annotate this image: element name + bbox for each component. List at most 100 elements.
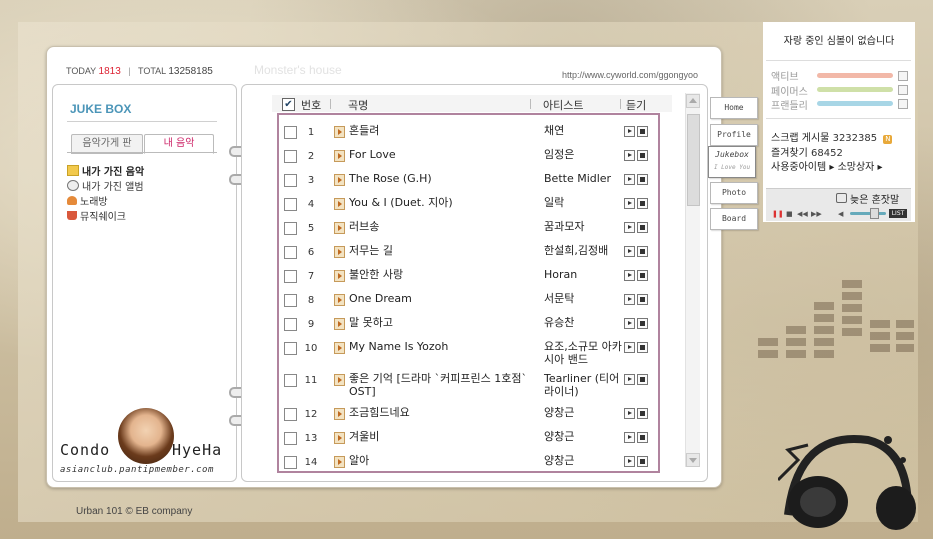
listen-stop-icon[interactable] (637, 270, 648, 281)
play-song-icon[interactable] (334, 432, 345, 444)
table-row[interactable]: 14 알아 양창근 (279, 448, 656, 470)
listen-stop-icon[interactable] (637, 374, 648, 385)
listen-play-icon[interactable] (624, 408, 635, 419)
nav-tab-photo[interactable]: Photo (710, 182, 758, 204)
table-row[interactable]: 6 저무는 길 한설희,김정배 (279, 238, 656, 260)
row-artist[interactable]: 꿈과모자 (544, 220, 626, 233)
stat-friendly-button[interactable] (898, 99, 908, 109)
play-song-icon[interactable] (334, 150, 345, 162)
scroll-down-button[interactable] (686, 453, 700, 467)
menu-my-music[interactable]: 내가 가진 음악 (67, 163, 144, 178)
home-url[interactable]: http://www.cyworld.com/ggongyoo (562, 70, 698, 80)
row-checkbox[interactable] (284, 456, 297, 469)
nav-tab-home[interactable]: Home (710, 97, 758, 119)
nav-tab-jukebox[interactable]: Jukebox I Love You (708, 146, 756, 178)
play-song-icon[interactable] (334, 174, 345, 186)
table-row[interactable]: 4 You & I (Duet. 지아) 일락 (279, 190, 656, 212)
table-row[interactable]: 8 One Dream 서문탁 (279, 286, 656, 308)
menu-my-albums[interactable]: 내가 가진 앨범 (67, 178, 144, 193)
volume-slider[interactable] (850, 212, 886, 215)
row-checkbox[interactable] (284, 342, 297, 355)
volume-handle[interactable] (870, 208, 879, 219)
listen-stop-icon[interactable] (637, 246, 648, 257)
listen-stop-icon[interactable] (637, 342, 648, 353)
pause-icon[interactable]: ❚❚ (772, 210, 784, 218)
table-row[interactable]: 5 러브송 꿈과모자 (279, 214, 656, 236)
next-icon[interactable]: ▶▶ (811, 210, 822, 218)
table-row[interactable]: 12 조금힘드네요 양창근 (279, 400, 656, 422)
row-title[interactable]: 조금힘드네요 (349, 406, 539, 419)
row-artist[interactable]: 양창근 (544, 454, 626, 467)
row-checkbox[interactable] (284, 150, 297, 163)
listen-play-icon[interactable] (624, 150, 635, 161)
table-row[interactable]: 9 말 못하고 유승찬 (279, 310, 656, 332)
row-title[interactable]: 불안한 사랑 (349, 268, 539, 281)
row-title[interactable]: 겨울비 (349, 430, 539, 443)
nav-tab-board[interactable]: Board (710, 208, 758, 230)
play-song-icon[interactable] (334, 318, 345, 330)
listen-play-icon[interactable] (624, 126, 635, 137)
play-song-icon[interactable] (334, 456, 345, 468)
play-song-icon[interactable] (334, 270, 345, 282)
row-checkbox[interactable] (284, 318, 297, 331)
row-artist[interactable]: 채연 (544, 124, 626, 137)
listen-stop-icon[interactable] (637, 174, 648, 185)
row-title[interactable]: 좋은 기억 [드라마 `커피프린스 1호점` OST] (349, 372, 539, 398)
listen-stop-icon[interactable] (637, 456, 648, 467)
row-checkbox[interactable] (284, 126, 297, 139)
row-artist[interactable]: 한설희,김정배 (544, 244, 626, 257)
stat-active-button[interactable] (898, 71, 908, 81)
listen-play-icon[interactable] (624, 294, 635, 305)
row-artist[interactable]: 양창근 (544, 430, 626, 443)
listen-play-icon[interactable] (624, 198, 635, 209)
listen-play-icon[interactable] (624, 174, 635, 185)
listen-play-icon[interactable] (624, 342, 635, 353)
listen-stop-icon[interactable] (637, 222, 648, 233)
scroll-up-button[interactable] (686, 94, 700, 108)
row-artist[interactable]: Horan (544, 268, 626, 281)
row-artist[interactable]: 임정은 (544, 148, 626, 161)
play-song-icon[interactable] (334, 408, 345, 420)
listen-stop-icon[interactable] (637, 318, 648, 329)
table-row[interactable]: 10 My Name Is Yozoh 요조,소규모 아카시아 밴드 (279, 334, 656, 366)
menu-karaoke[interactable]: 노래방 (67, 193, 108, 208)
listen-play-icon[interactable] (624, 456, 635, 467)
row-checkbox[interactable] (284, 174, 297, 187)
listen-play-icon[interactable] (624, 222, 635, 233)
row-title[interactable]: You & I (Duet. 지아) (349, 196, 539, 209)
play-song-icon[interactable] (334, 374, 345, 386)
tab-my-music[interactable]: 내 음악 (144, 134, 214, 154)
row-artist[interactable]: 양창근 (544, 406, 626, 419)
row-title[interactable]: 혼들려 (349, 124, 539, 137)
table-row[interactable]: 1 혼들려 채연 (279, 118, 656, 140)
listen-stop-icon[interactable] (637, 432, 648, 443)
row-checkbox[interactable] (284, 198, 297, 211)
menu-music-shake[interactable]: 뮤직쉐이크 (67, 208, 126, 223)
play-song-icon[interactable] (334, 342, 345, 354)
nav-tab-profile[interactable]: Profile (710, 124, 758, 146)
listen-play-icon[interactable] (624, 432, 635, 443)
playlist-button[interactable]: LIST (889, 209, 907, 218)
table-row[interactable]: 7 불안한 사랑 Horan (279, 262, 656, 284)
listen-stop-icon[interactable] (637, 294, 648, 305)
play-song-icon[interactable] (334, 246, 345, 258)
play-song-icon[interactable] (334, 198, 345, 210)
favorites[interactable]: 즐겨찾기 68452 (771, 144, 843, 159)
listen-play-icon[interactable] (624, 246, 635, 257)
row-artist[interactable]: 유승찬 (544, 316, 626, 329)
listen-stop-icon[interactable] (637, 126, 648, 137)
row-title[interactable]: The Rose (G.H) (349, 172, 539, 185)
row-title[interactable]: 말 못하고 (349, 316, 539, 329)
listen-stop-icon[interactable] (637, 150, 648, 161)
listen-stop-icon[interactable] (637, 198, 648, 209)
play-song-icon[interactable] (334, 294, 345, 306)
row-checkbox[interactable] (284, 270, 297, 283)
play-song-icon[interactable] (334, 222, 345, 234)
row-title[interactable]: For Love (349, 148, 539, 161)
table-row[interactable]: 11 좋은 기억 [드라마 `커피프린스 1호점` OST] Tearliner (… (279, 366, 656, 398)
table-row[interactable]: 3 The Rose (G.H) Bette Midler (279, 166, 656, 188)
listen-play-icon[interactable] (624, 374, 635, 385)
scroll-thumb[interactable] (687, 114, 700, 206)
stop-icon[interactable]: ■ (786, 210, 793, 218)
row-title[interactable]: One Dream (349, 292, 539, 305)
